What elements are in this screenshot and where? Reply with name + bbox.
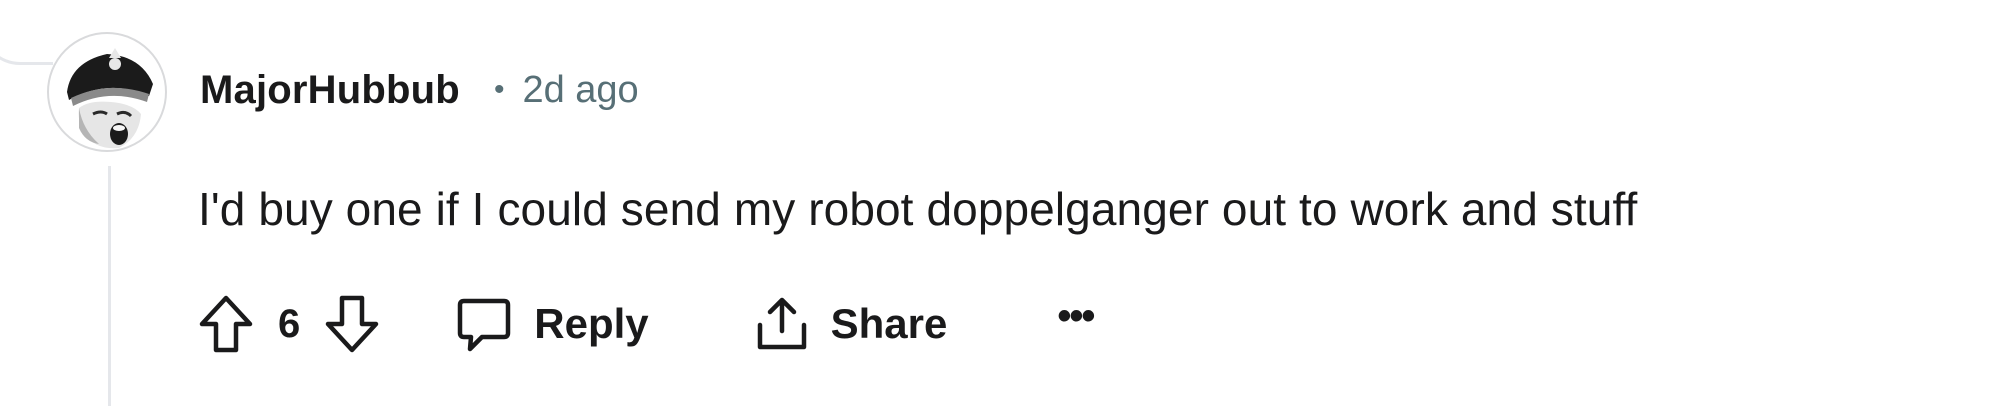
share-label: Share	[830, 300, 948, 347]
comment-action-bar: 6 Reply Share •••	[198, 288, 1095, 360]
more-options-button[interactable]: •••	[1057, 296, 1095, 344]
share-upload-icon	[757, 297, 806, 350]
thread-connector-curve	[0, 22, 53, 65]
vote-group: 6	[198, 294, 380, 354]
arrow-down-outline-icon	[326, 295, 379, 353]
reply-button[interactable]: Reply	[456, 295, 649, 353]
ellipsis-icon: •••	[1057, 294, 1095, 338]
comment-header: MajorHubbub • 2d ago	[200, 60, 639, 120]
speech-bubble-icon	[458, 298, 511, 352]
comment-timestamp[interactable]: 2d ago	[522, 69, 638, 112]
avatar[interactable]	[47, 32, 167, 152]
author-username[interactable]: MajorHubbub	[200, 68, 460, 113]
meta-separator: •	[493, 73, 505, 106]
comment-body-text: I'd buy one if I could send my robot dop…	[198, 183, 1638, 235]
share-button[interactable]: Share	[755, 295, 948, 353]
vote-score: 6	[278, 301, 301, 346]
avatar-image	[67, 48, 153, 149]
arrow-up-outline-icon	[199, 295, 253, 353]
reply-label: Reply	[534, 300, 649, 347]
downvote-button[interactable]	[324, 294, 380, 354]
thread-line[interactable]	[108, 166, 111, 406]
upvote-button[interactable]	[198, 294, 254, 354]
